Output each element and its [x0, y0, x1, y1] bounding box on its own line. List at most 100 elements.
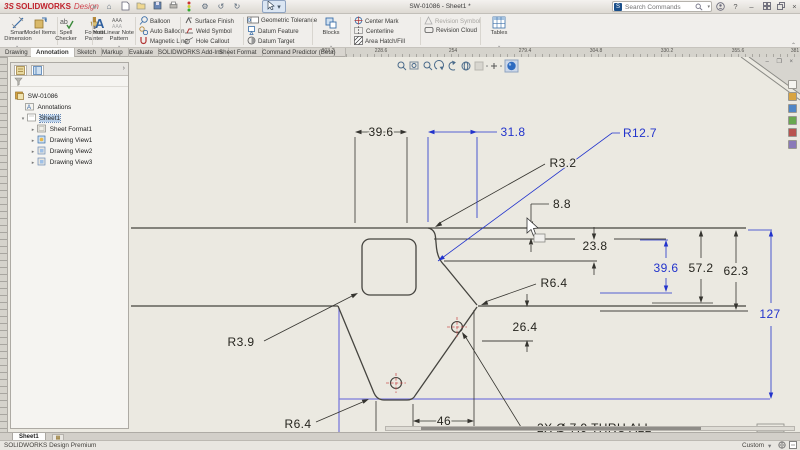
center-mark-button[interactable]: Center Mark: [354, 16, 399, 26]
dim-31-8[interactable]: 31.8: [501, 125, 526, 139]
weld-symbol-button[interactable]: Weld Symbol: [184, 26, 232, 36]
editing-sheet-icon[interactable]: [789, 441, 797, 450]
save-icon[interactable]: [150, 1, 164, 13]
tree-item-drawing-view2[interactable]: ▸ Drawing View2: [11, 146, 128, 156]
appearances-icon[interactable]: [788, 128, 797, 137]
user-account-icon[interactable]: [714, 2, 727, 13]
dim-127[interactable]: 127: [759, 307, 780, 321]
dim-8-8[interactable]: 8.8: [553, 197, 571, 211]
settings-gear-icon[interactable]: ⚙: [198, 1, 212, 13]
dim-r6-4-lower[interactable]: R6.4: [285, 417, 312, 431]
part-edges[interactable]: [131, 228, 748, 400]
panel-expand-icon[interactable]: ›: [123, 65, 125, 72]
linear-note-pattern-button[interactable]: AAAAAA Linear Note Pattern: [104, 16, 134, 46]
area-hatch-fill-button[interactable]: Area Hatch/Fill: [354, 36, 405, 46]
datum-feature-button[interactable]: Datum Feature: [247, 26, 299, 36]
tree-filter-row[interactable]: [11, 76, 128, 87]
file-explorer-icon[interactable]: [788, 104, 797, 113]
centerline-button[interactable]: Centerline: [354, 26, 394, 36]
open-icon[interactable]: [134, 1, 148, 13]
search-input[interactable]: [625, 2, 687, 12]
featuremanager-tree-tab[interactable]: [14, 65, 27, 76]
custom-properties-icon[interactable]: [788, 140, 797, 149]
property-manager-tab[interactable]: [31, 65, 44, 76]
button-label: Spell Checker: [55, 30, 77, 42]
layout-grid-icon[interactable]: [760, 2, 773, 12]
tree-item-drawing-view3[interactable]: ▸ Drawing View3: [11, 157, 128, 167]
logo-expand-icon[interactable]: ▸: [88, 1, 102, 13]
sheet-tab-bar: Sheet1 ▦: [0, 432, 800, 440]
dim-r3-2[interactable]: R3.2: [550, 156, 577, 170]
annotations-icon: A: [25, 102, 34, 111]
title-bar: 3SSOLIDWORKSDesign ▸ ⌂ ⚙ ↺ ↻ ▾ SW-01086 …: [0, 0, 800, 14]
heads-up-view-toolbar[interactable]: [396, 59, 522, 73]
sheet-format-icon: [37, 124, 46, 133]
svg-text:A: A: [95, 16, 105, 30]
mouse-cursor: [527, 218, 545, 242]
auto-balloon-button[interactable]: Auto Balloon: [139, 26, 185, 36]
tab-drawing[interactable]: Drawing: [0, 48, 34, 57]
search-icon[interactable]: [695, 3, 703, 13]
design-library-icon[interactable]: [788, 92, 797, 101]
dim-57-2[interactable]: 57.2: [689, 261, 714, 275]
units-icon[interactable]: [778, 441, 786, 450]
datum-target-button[interactable]: Datum Target: [247, 36, 294, 46]
resources-icon[interactable]: [788, 80, 797, 89]
dim-r6-4-upper[interactable]: R6.4: [541, 276, 568, 290]
document-title: SW-01086 - Sheet1 *: [360, 3, 520, 10]
search-dropdown-icon[interactable]: ▾: [707, 4, 710, 10]
status-bar: SOLIDWORKS Design Premium Custom ▾: [0, 440, 800, 450]
help-icon[interactable]: ?: [729, 2, 742, 11]
featuremanager-panel: › SW-01086 A Annotations ▾ Sheet1 ▸ Shee…: [10, 62, 129, 429]
scrollbar-thumb[interactable]: [421, 427, 701, 430]
close-icon[interactable]: ×: [788, 2, 800, 11]
surface-finish-button[interactable]: Surface Finish: [184, 16, 234, 26]
new-document-icon[interactable]: [118, 1, 132, 13]
horizontal-scrollbar[interactable]: [385, 426, 795, 431]
document-window-controls[interactable]: – ❒ ×: [765, 58, 796, 65]
undo-icon[interactable]: ↺: [214, 1, 228, 13]
print-icon[interactable]: [166, 1, 180, 13]
dim-39-6-right[interactable]: 39.6: [654, 261, 679, 275]
dim-39-6-top[interactable]: 39.6: [369, 125, 394, 139]
horizontal-ruler: 203.2 228.6 254 279.4 304.8 330.2 355.6 …: [345, 48, 800, 57]
button-label: Blocks: [322, 30, 339, 36]
commandmanager-tab-bar: Drawing Annotation Sketch Markup Evaluat…: [0, 48, 800, 57]
balloon-button[interactable]: Balloon: [139, 16, 170, 26]
home-icon[interactable]: ⌂: [102, 1, 116, 13]
redo-icon[interactable]: ↻: [230, 1, 244, 13]
scale-dropdown-icon[interactable]: ▾: [768, 442, 771, 450]
task-pane-icon-strip[interactable]: [788, 80, 799, 152]
traffic-light-icon[interactable]: [182, 1, 196, 13]
hole-callout-button[interactable]: Hole Callout: [184, 36, 229, 46]
dim-62-3[interactable]: 62.3: [724, 264, 749, 278]
selected-edges[interactable]: [339, 308, 770, 432]
blocks-button[interactable]: Blocks: [316, 16, 346, 46]
dimension-texts[interactable]: 39.6 31.8 R12.7 R3.2 8.8 23.8 39.6 57.2 …: [228, 125, 781, 432]
search-box[interactable]: S ▾: [612, 1, 712, 12]
dim-23-8[interactable]: 23.8: [583, 239, 608, 253]
dim-r3-9[interactable]: R3.9: [228, 335, 255, 349]
tree-item-drawing-view1[interactable]: ▸ Drawing View1: [11, 135, 128, 145]
minimize-icon[interactable]: –: [745, 2, 758, 11]
svg-text:ab: ab: [60, 19, 68, 26]
scale-mode-label[interactable]: Custom: [742, 442, 764, 449]
dim-26-4[interactable]: 26.4: [513, 320, 538, 334]
tree-item-annotations[interactable]: A Annotations: [11, 102, 128, 112]
tab-annotation[interactable]: Annotation: [31, 48, 75, 57]
dimension-lines-black: [264, 132, 736, 431]
tree-item-sheet1[interactable]: ▾ Sheet1: [11, 113, 128, 123]
revision-cloud-button[interactable]: Revision Cloud: [424, 26, 477, 36]
geometric-tolerance-button[interactable]: Geometric Tolerance: [247, 16, 317, 26]
view-palette-icon[interactable]: [788, 116, 797, 125]
tree-item-sheet-format1[interactable]: ▸ Sheet Format1: [11, 124, 128, 134]
tables-button[interactable]: Tables: [484, 16, 514, 46]
select-tool-button[interactable]: ▾: [262, 0, 286, 13]
restore-window-icon[interactable]: [774, 2, 787, 12]
tab-sheet-format[interactable]: Sheet Format: [214, 48, 263, 57]
hole-center-marks[interactable]: [386, 317, 467, 393]
tree-root-item[interactable]: SW-01086: [11, 91, 128, 101]
square-cutout: [362, 239, 416, 295]
tables-icon: [484, 16, 514, 30]
dim-r12-7[interactable]: R12.7: [623, 126, 657, 140]
